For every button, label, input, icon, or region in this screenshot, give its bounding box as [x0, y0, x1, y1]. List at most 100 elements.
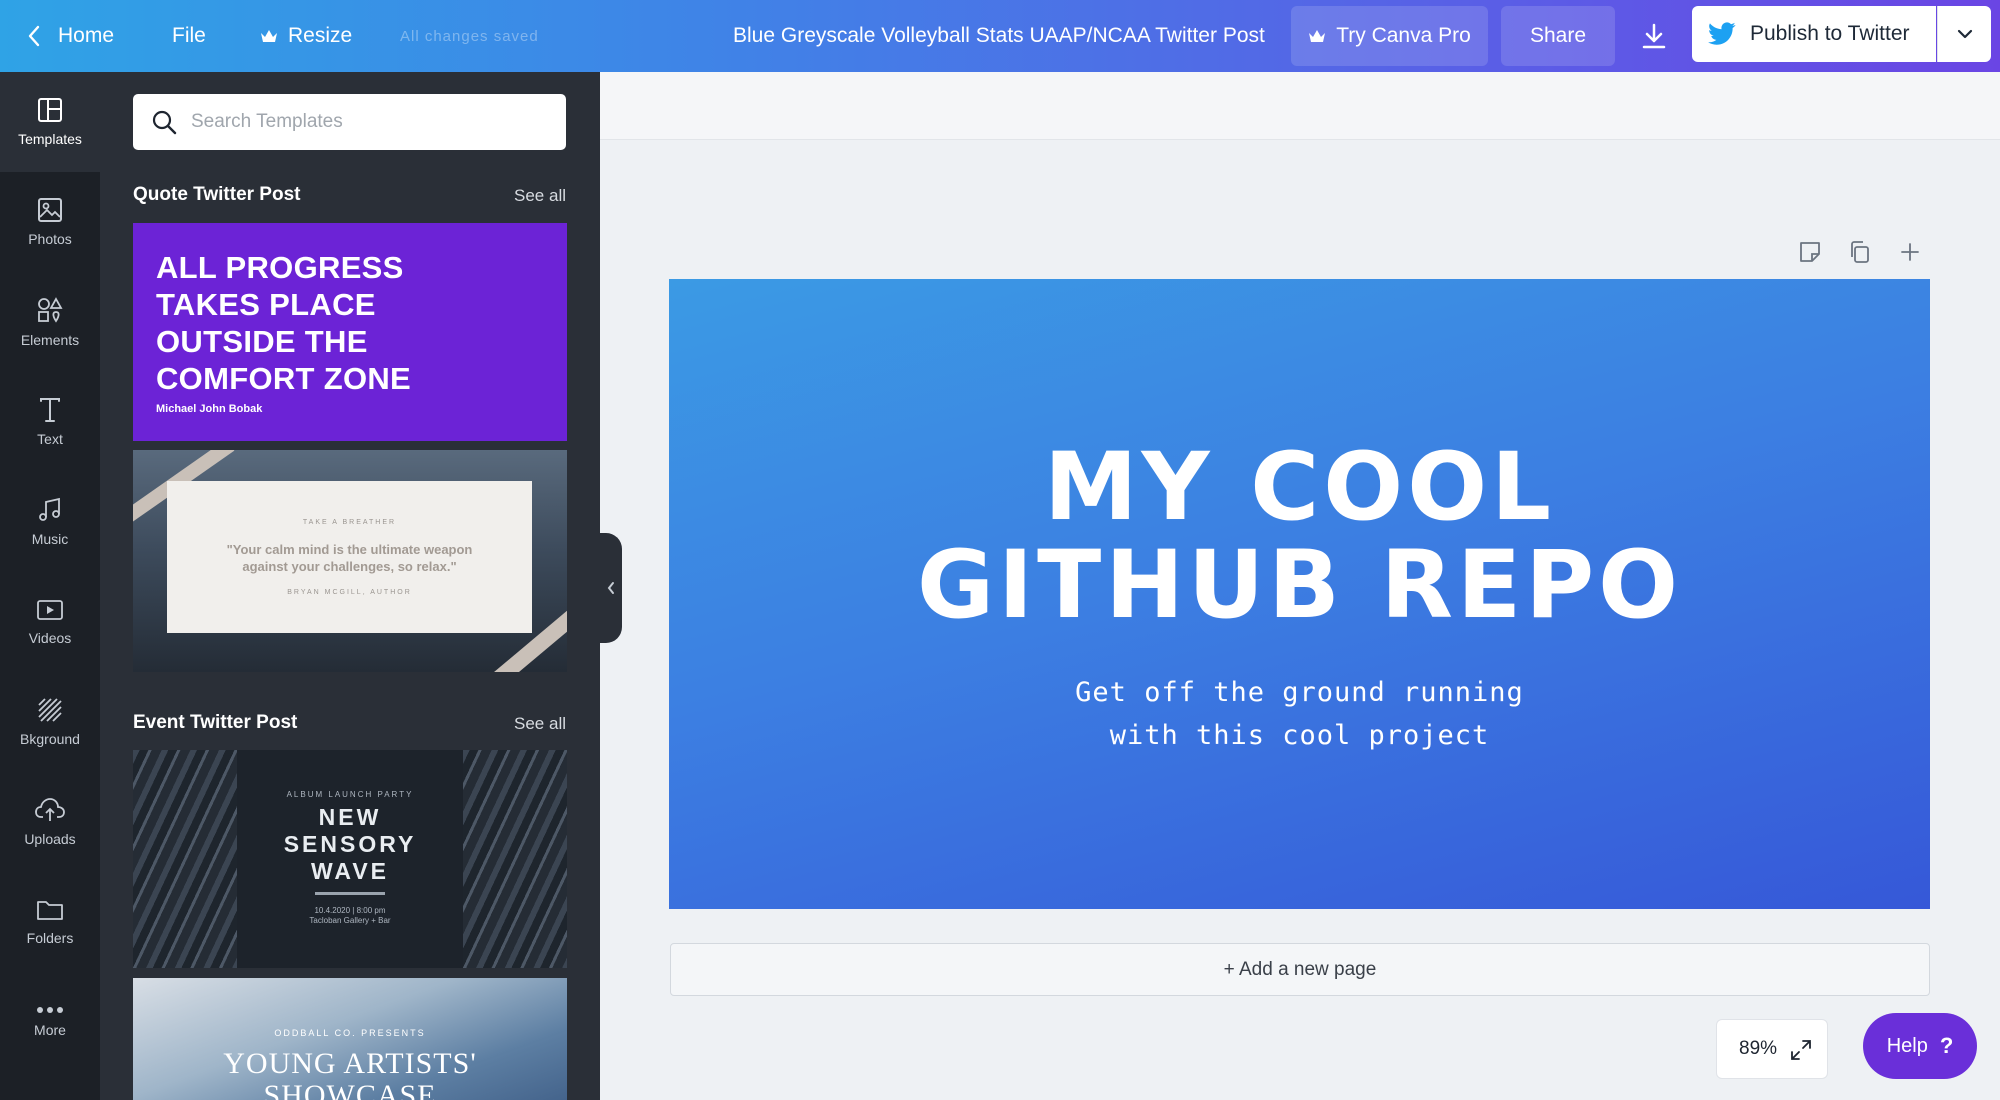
calm-quote-text: "Your calm mind is the ultimate weapon a…	[226, 542, 473, 574]
event-kicker: ALBUM LAUNCH PARTY	[286, 790, 414, 799]
design-title-line-2: GITHUB REPO	[916, 531, 1683, 640]
video-icon	[37, 600, 63, 620]
rail-item-more[interactable]: More	[0, 972, 100, 1072]
artists-kicker: ODDBALL CO. PRESENTS	[274, 1028, 426, 1038]
publish-options-dropdown[interactable]	[1937, 6, 1991, 62]
rail-label-photos: Photos	[28, 231, 72, 247]
try-pro-label: Try Canva Pro	[1336, 24, 1471, 47]
rail-label-folders: Folders	[26, 930, 74, 946]
rail-item-photos[interactable]: Photos	[0, 172, 100, 272]
shapes-icon	[38, 297, 63, 323]
collapse-panel-button[interactable]	[600, 533, 622, 643]
templates-icon	[38, 98, 62, 122]
file-menu-button[interactable]: File	[172, 0, 206, 72]
design-title[interactable]: MY COOL GITHUB REPO	[669, 439, 1930, 635]
add-new-page-button[interactable]: + Add a new page	[670, 943, 1930, 996]
document-title[interactable]: Blue Greyscale Volleyball Stats UAAP/NCA…	[733, 0, 1265, 72]
chevron-left-icon	[607, 582, 614, 594]
rail-item-text[interactable]: Text	[0, 372, 100, 472]
design-subtitle-line-2: with this cool project	[1109, 720, 1490, 751]
crown-icon	[261, 29, 277, 42]
see-all-event-link[interactable]: See all	[514, 714, 566, 734]
rail-item-templates[interactable]: Templates	[0, 72, 100, 172]
calm-author: BRYAN MCGILL, AUTHOR	[287, 589, 412, 596]
rail-item-elements[interactable]: Elements	[0, 272, 100, 372]
design-subtitle-line-1: Get off the ground running	[1075, 677, 1524, 708]
search-box[interactable]	[133, 94, 566, 150]
rail-label-more: More	[34, 1022, 66, 1038]
more-dots-icon	[37, 1007, 63, 1013]
template-card-quote[interactable]: ALL PROGRESS TAKES PLACE OUTSIDE THE COM…	[133, 223, 567, 441]
design-title-line-1: MY COOL	[1043, 433, 1556, 542]
search-icon	[152, 110, 177, 135]
publish-to-twitter-button[interactable]: Publish to Twitter	[1692, 6, 1936, 62]
quote-line: COMFORT ZONE	[156, 361, 412, 396]
section-title-event: Event Twitter Post	[133, 712, 298, 733]
rail-item-uploads[interactable]: Uploads	[0, 772, 100, 872]
help-button[interactable]: Help ?	[1863, 1013, 1977, 1079]
text-icon	[40, 398, 60, 422]
duplicate-icon	[1851, 241, 1869, 263]
resize-button[interactable]: Resize	[260, 0, 352, 72]
template-card-young-artists[interactable]: ODDBALL CO. PRESENTS YOUNG ARTISTS' SHOW…	[133, 978, 567, 1100]
help-question-icon: ?	[1939, 1033, 1954, 1058]
add-note-button[interactable]	[1794, 236, 1826, 268]
quote-line: ALL PROGRESS	[156, 250, 404, 285]
file-label: File	[172, 24, 206, 47]
duplicate-page-button[interactable]	[1844, 236, 1876, 268]
rail-label-uploads: Uploads	[24, 831, 76, 847]
quote-template-author: Michael John Bobak	[156, 403, 263, 415]
share-button[interactable]: Share	[1501, 6, 1615, 66]
chevron-left-icon	[28, 25, 40, 47]
rail-label-text: Text	[37, 431, 63, 447]
see-all-quote-link[interactable]: See all	[514, 186, 566, 206]
cloud-upload-icon	[35, 798, 65, 821]
artists-title-line: SHOWCASE	[263, 1079, 437, 1100]
artists-title-line: YOUNG ARTISTS'	[223, 1047, 477, 1080]
event-meta: 10.4.2020 | 8:00 pm Tacloban Gallery + B…	[133, 906, 567, 926]
side-rail: Templates Photos Elements Text Music Vid…	[0, 72, 100, 1100]
crown-icon	[1309, 29, 1326, 42]
rail-label-music: Music	[31, 531, 69, 547]
event-title: NEW SENSORY WAVE	[133, 804, 567, 885]
event-divider	[315, 892, 385, 895]
rail-label-templates: Templates	[18, 131, 82, 147]
artists-title: YOUNG ARTISTS' SHOWCASE	[133, 1048, 567, 1100]
quote-line: OUTSIDE THE	[156, 324, 368, 359]
add-page-plus-button[interactable]	[1894, 236, 1926, 268]
note-icon	[1800, 242, 1820, 262]
rail-item-background[interactable]: Bkground	[0, 672, 100, 772]
zoom-level: 89%	[1739, 1038, 1778, 1059]
share-label: Share	[1529, 24, 1587, 47]
expand-icon	[1791, 1040, 1811, 1060]
download-icon	[1642, 23, 1666, 49]
search-input[interactable]	[191, 111, 551, 133]
plus-icon	[1901, 243, 1919, 261]
rail-label-background: Bkground	[20, 731, 80, 747]
publish-label: Publish to Twitter	[1750, 22, 1910, 45]
design-page[interactable]: MY COOL GITHUB REPO Get off the ground r…	[669, 279, 1930, 909]
template-card-event[interactable]: ALBUM LAUNCH PARTY NEW SENSORY WAVE 10.4…	[133, 750, 567, 968]
twitter-bird-icon	[1708, 22, 1736, 45]
saved-status: All changes saved	[400, 27, 539, 45]
quote-line: TAKES PLACE	[156, 287, 376, 322]
quote-template-text: ALL PROGRESS TAKES PLACE OUTSIDE THE COM…	[156, 249, 411, 397]
event-title-line: NEW	[318, 804, 382, 830]
rail-item-folders[interactable]: Folders	[0, 872, 100, 972]
home-button[interactable]: Home	[28, 0, 114, 72]
template-card-calm-mind[interactable]: TAKE A BREATHER "Your calm mind is the u…	[133, 450, 567, 672]
calm-kicker: TAKE A BREATHER	[302, 519, 397, 526]
templates-panel: Quote Twitter Post See all ALL PROGRESS …	[100, 72, 600, 1100]
event-title-line: WAVE	[310, 858, 390, 884]
event-meta-line: 10.4.2020 | 8:00 pm	[314, 906, 386, 915]
design-subtitle[interactable]: Get off the ground running with this coo…	[669, 671, 1930, 757]
rail-item-videos[interactable]: Videos	[0, 572, 100, 672]
folder-icon	[37, 901, 63, 920]
chevron-down-icon	[1957, 29, 1972, 39]
download-button[interactable]	[1628, 6, 1680, 66]
try-canva-pro-button[interactable]: Try Canva Pro	[1291, 6, 1488, 66]
rail-item-music[interactable]: Music	[0, 472, 100, 572]
zoom-control[interactable]: 89%	[1716, 1019, 1828, 1079]
fullscreen-button[interactable]	[1789, 1038, 1813, 1068]
editor-toolbar	[600, 72, 2000, 140]
